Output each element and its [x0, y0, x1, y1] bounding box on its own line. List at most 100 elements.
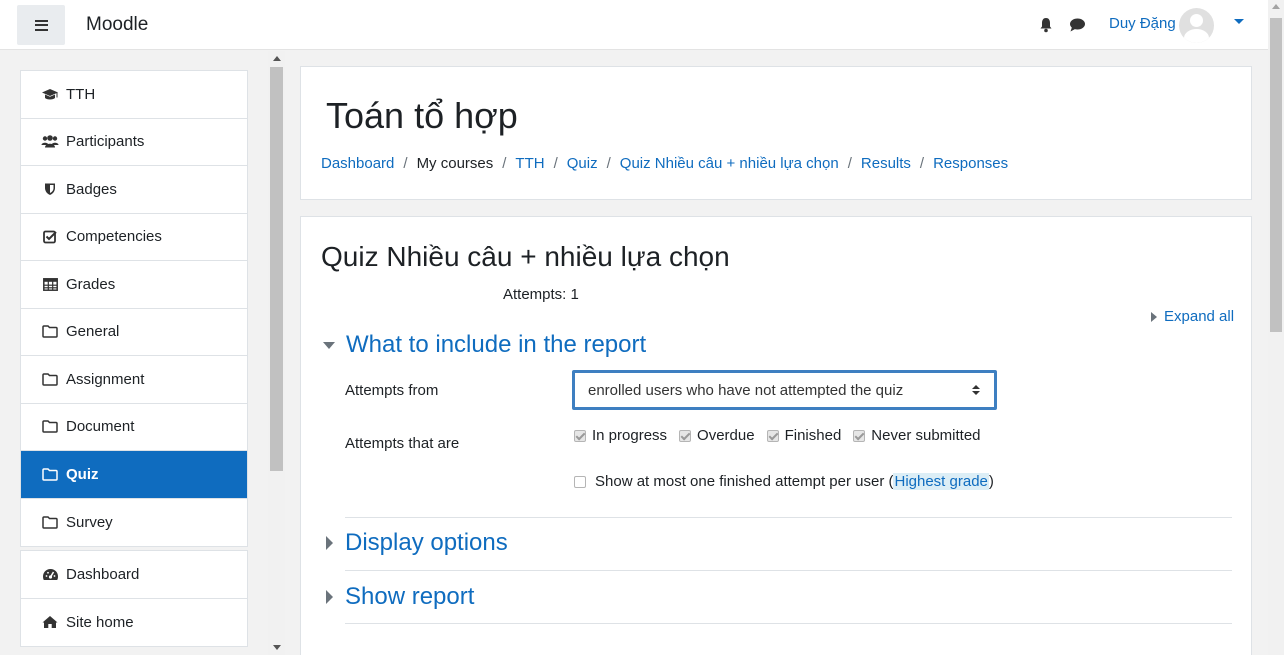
folder-icon — [41, 467, 59, 481]
breadcrumb-separator: / — [919, 155, 925, 172]
nav-item-label: Quiz — [66, 465, 99, 483]
breadcrumb-item[interactable]: Results — [861, 155, 911, 172]
breadcrumb-item[interactable]: Quiz Nhiều câu + nhiều lựa chọn — [620, 155, 839, 172]
user-menu-name[interactable]: Duy Đặng — [1109, 15, 1176, 32]
caret-right-icon — [1151, 311, 1157, 322]
page-title: Toán tổ hợp — [326, 95, 518, 136]
sidebar-item-dashboard[interactable]: Dashboard — [21, 551, 247, 599]
breadcrumb-separator: / — [606, 155, 611, 172]
check-square-icon — [41, 230, 59, 244]
scroll-down-arrow-icon[interactable] — [273, 645, 281, 650]
drawer-scrollbar[interactable] — [268, 51, 285, 655]
folder-icon — [41, 325, 59, 339]
nav-item-label: Survey — [66, 513, 113, 531]
attempts-summary: Attempts: 1 — [503, 286, 579, 303]
state-option[interactable]: Overdue — [679, 427, 755, 444]
course-nav-list: TTH Participants Badges Competencies Grades G… — [20, 70, 248, 547]
breadcrumb-separator: / — [502, 155, 507, 172]
sidebar-item-badges[interactable]: Badges — [21, 166, 247, 214]
state-checkbox[interactable] — [766, 429, 779, 442]
breadcrumb: Dashboard / My courses / TTH / Quiz / Quiz Nhiều… — [321, 155, 1008, 172]
sidebar-item-survey[interactable]: Survey — [21, 499, 247, 547]
page-scrollbar-thumb[interactable] — [1270, 18, 1282, 332]
state-option[interactable]: Never submitted — [853, 427, 981, 444]
avatar[interactable] — [1179, 8, 1214, 43]
expand-all-label: Expand all — [1164, 308, 1235, 325]
breadcrumb-item[interactable]: Quiz — [567, 155, 598, 172]
page-header: Toán tổ hợp Dashboard / My courses / TTH / Qui… — [300, 66, 1252, 200]
folder-icon — [41, 420, 59, 434]
section-include-toggle[interactable]: What to include in the report — [323, 331, 646, 359]
site-nav-list: Dashboard Site home — [20, 550, 248, 647]
divider — [345, 623, 1232, 624]
state-option[interactable]: In progress — [574, 427, 667, 444]
state-checkbox[interactable] — [679, 429, 692, 442]
report-region: Quiz Nhiều câu + nhiều lựa chọn Attempts… — [300, 216, 1252, 655]
sidebar-item-tth[interactable]: TTH — [21, 71, 247, 119]
state-label: Finished — [784, 427, 842, 444]
drawer-scrollbar-thumb[interactable] — [270, 67, 283, 471]
dashboard-icon — [41, 567, 59, 581]
attempts-from-select[interactable]: enrolled users who have not attempted th… — [572, 370, 997, 410]
scroll-up-arrow-icon[interactable] — [1272, 4, 1280, 9]
breadcrumb-item[interactable]: TTH — [515, 155, 544, 172]
nav-drawer: TTH Participants Badges Competencies Grades G… — [0, 51, 285, 655]
bell-icon[interactable] — [1038, 17, 1054, 33]
breadcrumb-separator: / — [847, 155, 852, 172]
graduation-cap-icon — [41, 87, 59, 101]
drawer-toggle-button[interactable] — [17, 5, 65, 45]
chevron-down-icon[interactable] — [1234, 19, 1244, 24]
nav-item-label: General — [66, 323, 120, 341]
quiz-title: Quiz Nhiều câu + nhiều lựa chọn — [321, 241, 730, 272]
attempts-that-are-label: Attempts that are — [345, 435, 460, 452]
nav-item-label: Competencies — [66, 228, 162, 246]
divider — [345, 517, 1232, 518]
breadcrumb-item[interactable]: Responses — [933, 155, 1008, 172]
sidebar-item-general[interactable]: General — [21, 309, 247, 356]
show-one-attempt-option: Show at most one finished attempt per us… — [574, 473, 994, 490]
nav-item-label: Grades — [66, 275, 116, 293]
divider — [345, 570, 1232, 571]
nav-item-label: TTH — [66, 85, 96, 103]
state-label: In progress — [592, 427, 668, 444]
nav-item-label: Dashboard — [66, 565, 140, 583]
sidebar-item-quiz[interactable]: Quiz — [21, 451, 247, 499]
section-display-toggle[interactable]: Display options — [323, 529, 508, 557]
scroll-up-arrow-icon[interactable] — [273, 56, 281, 61]
attempts-from-value: enrolled users who have not attempted th… — [588, 381, 904, 399]
breadcrumb-separator: / — [553, 155, 558, 172]
highest-grade-link[interactable]: Highest grade — [893, 473, 989, 490]
nav-item-label: Participants — [66, 133, 145, 151]
sidebar-item-site-home[interactable]: Site home — [21, 599, 247, 647]
attempts-from-label: Attempts from — [345, 382, 439, 399]
sidebar-item-participants[interactable]: Participants — [21, 119, 247, 166]
section-show-toggle[interactable]: Show report — [323, 583, 474, 611]
show-one-checkbox[interactable] — [574, 475, 586, 488]
caret-right-icon — [326, 536, 333, 550]
state-checkbox[interactable] — [574, 429, 586, 442]
attempt-states: In progress Overdue Finished Never submitte… — [574, 427, 993, 444]
sidebar-item-grades[interactable]: Grades — [21, 261, 247, 309]
hamburger-icon — [34, 19, 48, 31]
page-scrollbar[interactable] — [1268, 0, 1284, 655]
sidebar-item-competencies[interactable]: Competencies — [21, 214, 247, 261]
state-checkbox[interactable] — [853, 429, 866, 442]
nav-item-label: Document — [66, 418, 135, 436]
breadcrumb-item: My courses — [416, 155, 494, 172]
site-brand[interactable]: Moodle — [86, 14, 148, 36]
section-include-label: What to include in the report — [346, 331, 647, 358]
caret-right-icon — [326, 590, 333, 604]
breadcrumb-separator: / — [403, 155, 408, 172]
breadcrumb-item[interactable]: Dashboard — [321, 155, 394, 172]
state-label: Overdue — [697, 427, 755, 444]
select-arrows-icon — [972, 385, 980, 395]
state-label: Never submitted — [871, 427, 981, 444]
state-option[interactable]: Finished — [766, 427, 842, 444]
message-icon[interactable] — [1069, 17, 1086, 33]
sidebar-item-assignment[interactable]: Assignment — [21, 356, 247, 404]
home-icon — [41, 615, 59, 629]
folder-icon — [41, 515, 59, 529]
sidebar-item-document[interactable]: Document — [21, 404, 247, 451]
nav-item-label: Assignment — [66, 370, 145, 388]
expand-all-link[interactable]: Expand all — [1151, 308, 1234, 325]
